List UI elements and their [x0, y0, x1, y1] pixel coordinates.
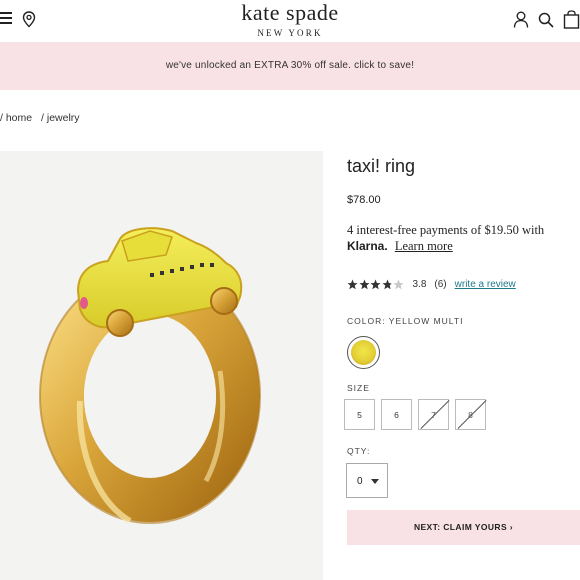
- size-options: 5 6 7 8: [344, 399, 492, 430]
- quantity-value: 0: [357, 476, 363, 487]
- rating-value: 3.8: [412, 278, 427, 290]
- star-icon: [393, 279, 404, 289]
- product-title: taxi! ring: [347, 156, 416, 176]
- product-image[interactable]: [0, 151, 323, 580]
- chevron-right-icon: ›: [509, 522, 514, 532]
- star-icon: [370, 279, 381, 289]
- star-icon: [359, 279, 369, 289]
- breadcrumb-home[interactable]: / home: [0, 112, 32, 124]
- product-rating: 3.8 (6) write a review: [347, 277, 516, 291]
- promo-banner[interactable]: we've unlocked an EXTRA 30% off sale. cl…: [0, 42, 580, 90]
- site-header: kate spade NEW YORK: [0, 0, 580, 40]
- brand-name: kate spade: [241, 0, 339, 25]
- breadcrumb-jewelry[interactable]: / jewelry: [41, 112, 80, 124]
- review-count[interactable]: (6): [434, 279, 446, 290]
- search-icon[interactable]: [538, 12, 554, 28]
- size-option-5[interactable]: 5: [344, 399, 375, 430]
- klarna-logo: Klarna.: [347, 239, 388, 253]
- quantity-select[interactable]: 0: [346, 463, 388, 498]
- size-label: SIZE: [347, 383, 370, 393]
- user-icon[interactable]: [513, 11, 529, 28]
- learn-more-link[interactable]: Learn more: [395, 239, 453, 253]
- promo-text: we've unlocked an EXTRA 30% off sale. cl…: [165, 60, 415, 71]
- installments-text: 4 interest-free payments of $19.50 with: [347, 223, 545, 237]
- claim-button[interactable]: NEXT: CLAIM YOURS ›: [347, 510, 580, 545]
- chevron-down-icon: [371, 479, 379, 484]
- color-swatch-yellow-multi[interactable]: [347, 336, 380, 369]
- bag-icon[interactable]: [563, 10, 580, 29]
- brand-logo[interactable]: kate spade NEW YORK: [0, 1, 580, 39]
- breadcrumb: / home / jewelry: [0, 112, 86, 124]
- taxi-ring-illustration: [39, 227, 261, 524]
- klarna-installments: 4 interest-free payments of $19.50 with …: [347, 222, 580, 254]
- color-label: COLOR: YELLOW MULTI: [347, 316, 464, 326]
- claim-button-label: NEXT: CLAIM YOURS: [413, 522, 508, 532]
- star-icon: [382, 279, 392, 289]
- size-option-7[interactable]: 7: [418, 399, 449, 430]
- product-price: $78.00: [347, 194, 381, 206]
- rating-stars: [347, 279, 405, 290]
- qty-label: QTY:: [347, 446, 371, 456]
- star-icon: [347, 279, 358, 289]
- brand-subtitle: NEW YORK: [257, 28, 323, 38]
- swatch-fill: [351, 340, 376, 365]
- size-option-8[interactable]: 8: [455, 399, 486, 430]
- size-option-6[interactable]: 6: [381, 399, 412, 430]
- write-review-link[interactable]: write a review: [455, 279, 516, 290]
